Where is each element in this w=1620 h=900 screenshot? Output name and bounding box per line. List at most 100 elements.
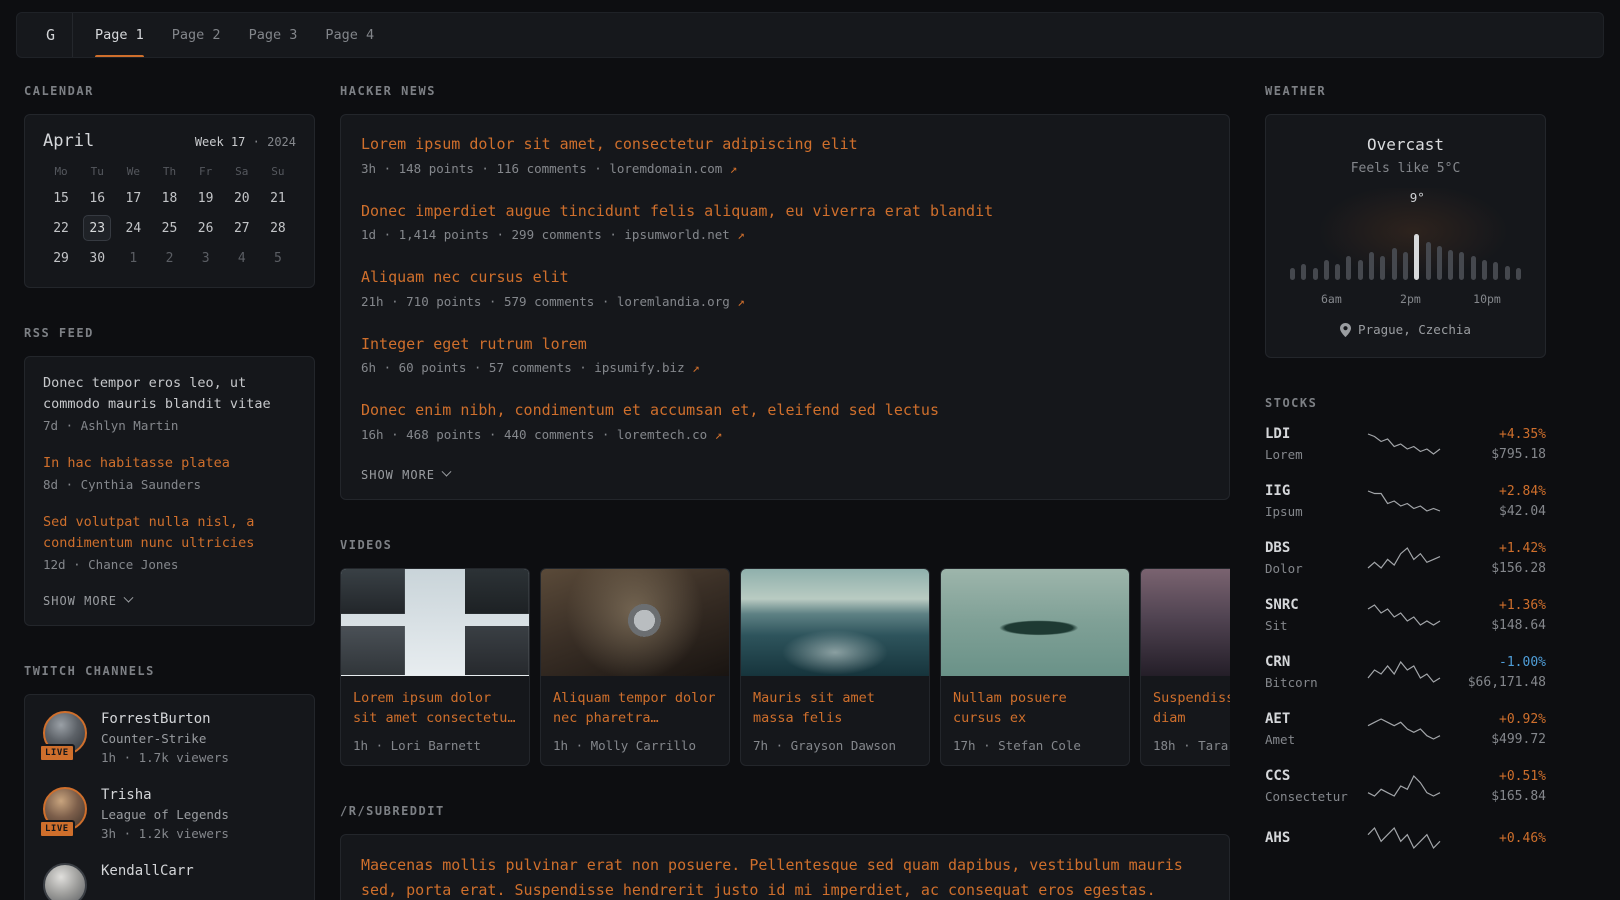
external-link-icon: ↗	[692, 360, 700, 375]
hackernews-show-more-button[interactable]: SHOW MORE	[361, 468, 450, 482]
weather-location-label: Prague, Czechia	[1358, 322, 1471, 337]
avatar	[43, 863, 87, 900]
stock-name: Amet	[1265, 732, 1357, 747]
post-domain-link[interactable]: loremdomain.com	[609, 161, 729, 176]
rss-item-headline[interactable]: In hac habitasse platea	[43, 453, 296, 474]
calendar-day: 5	[260, 245, 296, 271]
stock-change: +1.36%	[1450, 598, 1546, 613]
post-domain-link[interactable]: ipsumworld.net	[624, 227, 737, 242]
video-card[interactable]: Mauris sit amet massa felis7h · Grayson …	[740, 568, 930, 767]
stock-row[interactable]: AETAmet+0.92%$499.72	[1265, 711, 1546, 747]
stock-row[interactable]: DBSDolor+1.42%$156.28	[1265, 540, 1546, 576]
sparkline-chart	[1367, 602, 1441, 628]
sparkline-chart	[1367, 659, 1441, 685]
hackernews-widget: HACKER NEWS Lorem ipsum dolor sit amet, …	[340, 84, 1230, 500]
app-logo[interactable]: G	[29, 13, 73, 57]
video-title[interactable]: Nullam posuere cursus ex	[953, 688, 1117, 729]
weather-time-axis: 6am2pm10pm	[1282, 292, 1529, 307]
stock-row[interactable]: CRNBitcorn-1.00%$66,171.48	[1265, 654, 1546, 690]
video-card[interactable]: Nullam posuere cursus ex17h · Stefan Col…	[940, 568, 1130, 767]
tab-page-2[interactable]: Page 2	[158, 13, 235, 57]
twitch-channel[interactable]: LIVETrishaLeague of Legends3h · 1.2k vie…	[43, 787, 296, 841]
time-label: 2pm	[1400, 292, 1421, 306]
stock-sparkline	[1357, 825, 1450, 851]
rss-show-more-button[interactable]: SHOW MORE	[43, 594, 132, 608]
sparkline-chart	[1367, 716, 1441, 742]
rss-item-headline[interactable]: Donec tempor eros leo, ut commodo mauris…	[43, 373, 296, 415]
video-card[interactable]: Aliquam tempor dolor nec pharetra… 1h · M…	[540, 568, 730, 767]
channel-name[interactable]: ForrestBurton	[101, 711, 229, 727]
post-headline[interactable]: Lorem ipsum dolor sit amet, consectetur …	[361, 133, 1209, 156]
calendar-day: 19	[188, 185, 224, 211]
video-thumbnail[interactable]	[941, 569, 1129, 676]
calendar-day: 25	[151, 215, 187, 241]
calendar-day: 22	[43, 215, 79, 241]
weather-condition: Overcast	[1282, 135, 1529, 154]
weather-hour-bar	[1426, 242, 1431, 280]
twitch-channel[interactable]: KendallCarr	[43, 863, 296, 900]
video-title[interactable]: Suspendisse potenti diam	[1153, 688, 1230, 729]
calendar-day: 16	[79, 185, 115, 211]
stock-change: +0.92%	[1450, 712, 1546, 727]
post-meta-text: 21h · 710 points · 579 comments ·	[361, 294, 617, 309]
post-meta: 16h · 468 points · 440 comments · loremt…	[361, 427, 1209, 442]
subreddit-widget-title: /R/SUBREDDIT	[340, 804, 1230, 818]
channel-game: Counter-Strike	[101, 731, 229, 746]
channel-name[interactable]: KendallCarr	[101, 863, 194, 879]
stock-row[interactable]: IIGIpsum+2.84%$42.04	[1265, 483, 1546, 519]
page-tabs: Page 1Page 2Page 3Page 4	[81, 13, 388, 57]
stock-row[interactable]: AHS+0.46%	[1265, 825, 1546, 851]
video-meta: 1h · Molly Carrillo	[553, 738, 717, 753]
twitch-widget: TWITCH CHANNELS LIVEForrestBurtonCounter…	[24, 664, 315, 900]
show-more-label: SHOW MORE	[43, 594, 117, 608]
video-thumbnail[interactable]	[1141, 569, 1230, 676]
tab-page-1[interactable]: Page 1	[81, 13, 158, 57]
post-domain-link[interactable]: ipsumify.biz	[594, 360, 692, 375]
post-meta-text: 6h · 60 points · 57 comments ·	[361, 360, 594, 375]
stock-change: +4.35%	[1450, 427, 1546, 442]
weather-hour-bar	[1448, 250, 1453, 280]
tab-page-4[interactable]: Page 4	[311, 13, 388, 57]
calendar-day-header: Fr	[188, 165, 224, 178]
weather-hour-bar	[1516, 268, 1521, 280]
stock-price: $156.28	[1450, 561, 1546, 576]
video-card[interactable]: Lorem ipsum dolor sit amet consectetu…1h…	[340, 568, 530, 767]
live-badge: LIVE	[39, 744, 75, 762]
video-card[interactable]: Suspendisse potenti diam18h · Tara	[1140, 568, 1230, 767]
twitch-channel[interactable]: LIVEForrestBurtonCounter-Strike1h · 1.7k…	[43, 711, 296, 765]
post-headline[interactable]: Donec enim nibh, condimentum et accumsan…	[361, 399, 1209, 422]
stock-name: Dolor	[1265, 561, 1357, 576]
stock-row[interactable]: CCSConsectetur+0.51%$165.84	[1265, 768, 1546, 804]
calendar-week: Week 17	[195, 135, 246, 149]
post: Aliquam nec cursus elit 21h · 710 points …	[361, 266, 1209, 309]
tab-page-3[interactable]: Page 3	[235, 13, 312, 57]
video-thumbnail[interactable]	[741, 569, 929, 676]
stock-row[interactable]: LDILorem+4.35%$795.18	[1265, 426, 1546, 462]
hackernews-card: Lorem ipsum dolor sit amet, consectetur …	[340, 114, 1230, 500]
twitch-card: LIVEForrestBurtonCounter-Strike1h · 1.7k…	[24, 694, 315, 900]
video-thumbnail[interactable]	[341, 569, 529, 676]
calendar-widget-title: CALENDAR	[24, 84, 315, 98]
subreddit-widget: /R/SUBREDDIT Maecenas mollis pulvinar er…	[340, 804, 1230, 900]
video-thumbnail[interactable]	[541, 569, 729, 676]
calendar-day: 30	[79, 245, 115, 271]
calendar-day: 3	[188, 245, 224, 271]
post-headline[interactable]: Maecenas mollis pulvinar erat non posuer…	[361, 853, 1209, 900]
rss-item-headline[interactable]: Sed volutpat nulla nisl, a condimentum n…	[43, 512, 296, 554]
post-meta-text: 16h · 468 points · 440 comments ·	[361, 427, 617, 442]
video-title[interactable]: Mauris sit amet massa felis	[753, 688, 917, 729]
post-domain-link[interactable]: loremlandia.org	[617, 294, 737, 309]
post-headline[interactable]: Integer eget rutrum lorem	[361, 333, 1209, 356]
channel-name[interactable]: Trisha	[101, 787, 229, 803]
video-title[interactable]: Aliquam tempor dolor nec pharetra…	[553, 688, 717, 729]
post-domain-link[interactable]: loremtech.co	[617, 427, 715, 442]
stock-ticker: AET	[1265, 711, 1357, 727]
post-headline[interactable]: Donec imperdiet augue tincidunt felis al…	[361, 200, 1209, 223]
video-title[interactable]: Lorem ipsum dolor sit amet consectetu…	[353, 688, 517, 729]
post-headline[interactable]: Aliquam nec cursus elit	[361, 266, 1209, 289]
calendar-day-header: Tu	[79, 165, 115, 178]
stock-row[interactable]: SNRCSit+1.36%$148.64	[1265, 597, 1546, 633]
calendar-day-header: We	[115, 165, 151, 178]
weather-card: Overcast Feels like 5°C 9° 6am2pm10pm Pr…	[1265, 114, 1546, 358]
stock-sparkline	[1357, 659, 1450, 685]
